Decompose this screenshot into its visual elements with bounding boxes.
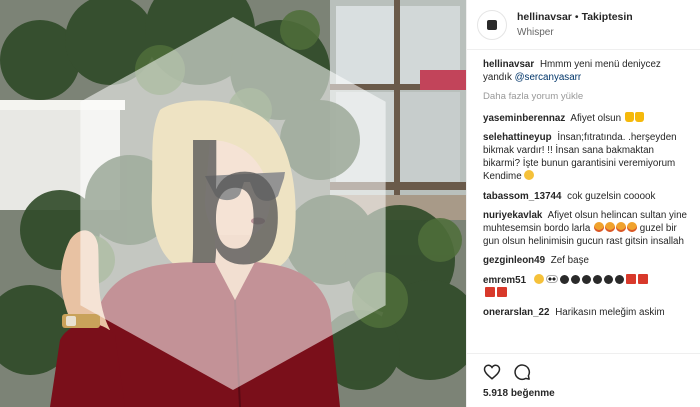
comment-text: Afiyet olsun (570, 112, 622, 124)
likes-number: 5.918 (483, 388, 509, 399)
comment-item: tabassom_13744 cok guzelsin cooook (483, 190, 690, 203)
heart-eyes-emoji-icon (616, 222, 627, 233)
comment-item: gezginleon49 Zef başe (483, 254, 690, 267)
heart-eyes-emoji-icon (594, 222, 605, 233)
watermark-b-icon: b (80, 16, 386, 391)
post-header: hellinavsar • Takiptesin Whisper (467, 0, 700, 50)
bomb-emoji-icon (570, 274, 580, 284)
caption-username[interactable]: hellinavsar (483, 59, 534, 70)
svg-text:b: b (181, 109, 285, 299)
post-photo[interactable]: b (0, 0, 466, 407)
thumbs-up-icon (634, 111, 644, 122)
post-header-text: hellinavsar • Takiptesin Whisper (517, 9, 633, 41)
eyes-emoji-icon (545, 274, 558, 283)
follow-status-button[interactable]: Takiptesin (582, 11, 633, 23)
avatar-image (487, 19, 497, 30)
comment-username[interactable]: emrem51 (483, 275, 526, 286)
comment-username[interactable]: onerarslan_22 (483, 307, 549, 318)
comment-item: nuriyekavlak Afiyet olsun helincan sulta… (483, 209, 690, 249)
comment-text: Zef başe (550, 255, 589, 267)
post-header-top: hellinavsar • Takiptesin (517, 9, 633, 25)
comment-item: selehattineyup İnsan;fıtratında. .herşey… (483, 131, 690, 184)
heart-icon[interactable] (483, 363, 501, 381)
post-side-panel: hellinavsar • Takiptesin Whisper hellinavs… (466, 0, 700, 407)
bomb-emoji-icon (581, 274, 591, 284)
comment-item: yaseminberennaz Afiyet olsun (483, 111, 690, 125)
anger-emoji-icon (637, 273, 648, 284)
header-separator: • (574, 10, 579, 23)
post-location[interactable]: Whisper (517, 25, 633, 41)
comment-item: onerarslan_22 Harikasın meleğim askim (483, 306, 690, 319)
caption: hellinavsar Hmmm yeni menü deniycez yand… (483, 58, 690, 84)
comment-text: cok guzelsin cooook (567, 190, 656, 202)
bomb-emoji-icon (603, 274, 613, 284)
heart-eyes-emoji-icon (605, 222, 616, 233)
comment-username[interactable]: selehattineyup (483, 132, 552, 143)
post-actions: 5.918 beğenme (467, 353, 700, 407)
comment-text: Harikasın meleğim askim (555, 307, 665, 319)
comment-username[interactable]: tabassom_13744 (483, 191, 561, 202)
comment-item: emrem51 (483, 273, 690, 300)
anger-emoji-icon (497, 286, 507, 297)
comment-username[interactable]: yaseminberennaz (483, 113, 565, 124)
load-more-comments-button[interactable]: Daha fazla yorum yükle (483, 90, 690, 103)
comment-icon[interactable] (513, 363, 531, 381)
bomb-emoji-icon (559, 274, 569, 284)
bomb-emoji-icon (614, 274, 624, 284)
sad-emoji-icon (533, 273, 544, 284)
comment-username[interactable]: nuriyekavlak (483, 210, 542, 221)
caption-mention[interactable]: @sercanyasarr (515, 72, 582, 83)
comments-list: hellinavsar Hmmm yeni menü deniycez yand… (467, 50, 700, 319)
post-username[interactable]: hellinavsar (517, 11, 572, 23)
bomb-emoji-icon (592, 274, 602, 284)
likes-label: beğenme (510, 388, 555, 399)
avatar[interactable] (477, 9, 507, 40)
heart-eyes-emoji-icon (627, 222, 638, 233)
anger-emoji-icon (625, 273, 636, 284)
comment-username[interactable]: gezginleon49 (483, 255, 545, 266)
smile-emoji-icon (524, 170, 535, 181)
thumbs-up-icon (624, 111, 634, 122)
likes-count[interactable]: 5.918 beğenme (483, 388, 685, 399)
anger-emoji-icon (485, 286, 495, 297)
action-icons (483, 362, 685, 382)
